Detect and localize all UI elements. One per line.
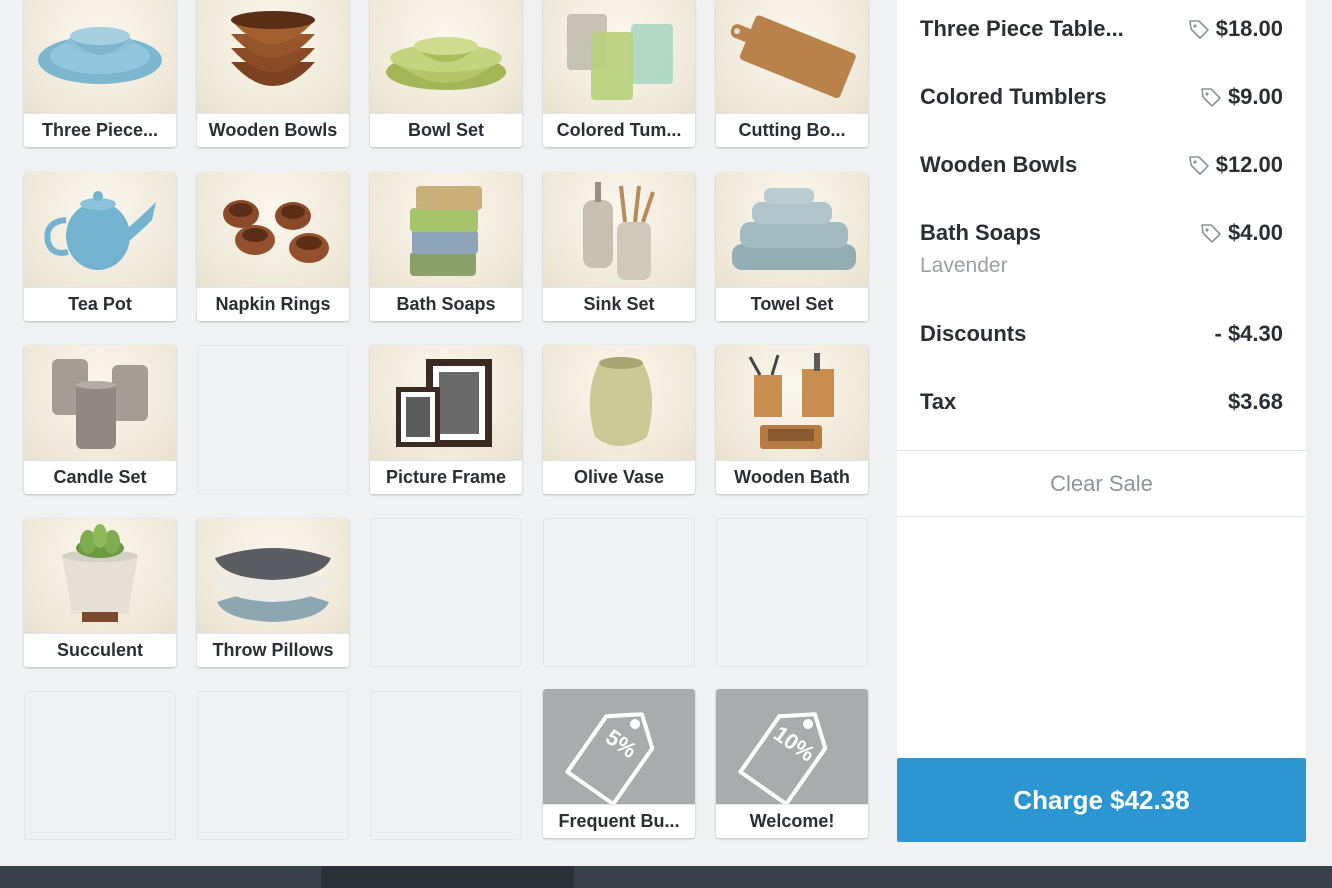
- item-tile-throw-pillows[interactable]: Throw Pillows: [197, 518, 349, 667]
- cart-line-item[interactable]: Colored Tumblers $9.00: [920, 84, 1283, 110]
- tag-icon: [1201, 224, 1221, 243]
- tag-icon: [1188, 156, 1209, 175]
- bottom-bar: [0, 866, 1332, 888]
- item-tile-succulent[interactable]: Succulent: [24, 518, 176, 667]
- item-tile-napkin-rings[interactable]: Napkin Rings: [197, 172, 349, 321]
- item-tile-olive-vase[interactable]: Olive Vase: [543, 345, 695, 494]
- item-label: Bowl Set: [370, 113, 522, 147]
- item-tile-cutting-board[interactable]: Cutting Bo...: [716, 0, 868, 147]
- plate-set-icon: [24, 0, 176, 113]
- item-label: Tea Pot: [24, 287, 176, 321]
- item-label: Welcome!: [716, 804, 868, 838]
- cart-line-item[interactable]: Bath Soaps Lavender $4.00: [920, 220, 1283, 278]
- item-tile-picture-frame[interactable]: Picture Frame: [370, 345, 522, 494]
- item-label: Colored Tum...: [543, 113, 695, 147]
- item-tile-candle-set[interactable]: Candle Set: [24, 345, 176, 494]
- line-item-price: $9.00: [1200, 84, 1283, 110]
- soaps-icon: [370, 172, 522, 287]
- item-label: Candle Set: [24, 460, 176, 494]
- item-label: Wooden Bath: [716, 460, 868, 494]
- line-item-price-value: $4.00: [1227, 220, 1283, 245]
- item-label: Cutting Bo...: [716, 113, 868, 147]
- item-tile-wooden-bowls[interactable]: Wooden Bowls: [197, 0, 349, 147]
- item-label: Towel Set: [716, 287, 868, 321]
- wooden-bowls-icon: [197, 0, 349, 113]
- line-item-price-value: $12.00: [1215, 152, 1283, 177]
- line-item-price-value: $18.00: [1215, 16, 1283, 41]
- empty-slot[interactable]: [370, 691, 522, 840]
- line-item-price: $18.00: [1188, 16, 1283, 42]
- item-grid: Three Piece... Wooden Bowls Bowl Set Col…: [0, 0, 890, 866]
- discount-tile-welcome[interactable]: 10% Welcome!: [716, 689, 868, 838]
- discounts-row[interactable]: Discounts - $4.30: [920, 321, 1283, 347]
- item-label: Three Piece...: [24, 113, 176, 147]
- item-tile-towel-set[interactable]: Towel Set: [716, 172, 868, 321]
- vase-icon: [543, 345, 695, 460]
- succulent-icon: [24, 518, 176, 633]
- item-label: Wooden Bowls: [197, 113, 349, 147]
- empty-slot[interactable]: [24, 691, 176, 840]
- item-label: Succulent: [24, 633, 176, 667]
- line-item-price-value: $9.00: [1227, 84, 1283, 109]
- item-label: Olive Vase: [543, 460, 695, 494]
- empty-slot[interactable]: [543, 518, 695, 667]
- charge-button[interactable]: Charge $42.38: [897, 758, 1306, 842]
- bath-set-icon: [716, 345, 868, 460]
- tag-icon: [1201, 88, 1221, 107]
- line-item-price: $4.00: [1200, 220, 1283, 246]
- napkin-rings-icon: [197, 172, 349, 287]
- item-tile-bath-soaps[interactable]: Bath Soaps: [370, 172, 522, 321]
- item-tile-wooden-bath[interactable]: Wooden Bath: [716, 345, 868, 494]
- item-label: Throw Pillows: [197, 633, 349, 667]
- tax-row[interactable]: Tax $3.68: [920, 389, 1283, 415]
- item-tile-colored-tumblers[interactable]: Colored Tum...: [543, 0, 695, 147]
- item-label: Frequent Bu...: [543, 804, 695, 838]
- discount-tag-icon: 10%: [716, 689, 868, 804]
- tumblers-icon: [543, 0, 695, 113]
- empty-slot[interactable]: [716, 518, 868, 667]
- cart-line-item[interactable]: Three Piece Table... $18.00: [920, 16, 1283, 42]
- item-tile-bowl-set[interactable]: Bowl Set: [370, 0, 522, 147]
- discount-tag-icon: 5%: [543, 689, 695, 804]
- line-item-price: $12.00: [1188, 152, 1283, 178]
- picture-frame-icon: [370, 345, 522, 460]
- bottom-tab-active[interactable]: [321, 866, 574, 888]
- cart-line-item[interactable]: Wooden Bowls $12.00: [920, 152, 1283, 178]
- empty-slot[interactable]: [370, 518, 522, 667]
- empty-slot[interactable]: [197, 691, 349, 840]
- divider: [897, 516, 1306, 517]
- cutting-board-icon: [716, 0, 868, 113]
- discount-tile-frequent-buyer[interactable]: 5% Frequent Bu...: [543, 689, 695, 838]
- clear-sale-button[interactable]: Clear Sale: [897, 451, 1306, 516]
- tag-icon: [1188, 20, 1209, 39]
- item-label: Napkin Rings: [197, 287, 349, 321]
- towels-icon: [716, 172, 868, 287]
- sink-set-icon: [543, 172, 695, 287]
- item-tile-three-piece[interactable]: Three Piece...: [24, 0, 176, 147]
- item-label: Picture Frame: [370, 460, 522, 494]
- teapot-icon: [24, 172, 176, 287]
- candles-icon: [24, 345, 176, 460]
- empty-slot[interactable]: [197, 345, 349, 494]
- bowl-set-icon: [370, 0, 522, 113]
- item-tile-sink-set[interactable]: Sink Set: [543, 172, 695, 321]
- cart-panel: Three Piece Table... $18.00 Colored Tumb…: [897, 0, 1306, 842]
- discounts-value: - $4.30: [1214, 321, 1284, 346]
- item-label: Sink Set: [543, 287, 695, 321]
- line-item-variant: Lavender: [920, 254, 1008, 277]
- tax-value: $3.68: [1227, 389, 1283, 414]
- item-tile-tea-pot[interactable]: Tea Pot: [24, 172, 176, 321]
- item-label: Bath Soaps: [370, 287, 522, 321]
- pillows-icon: [197, 518, 349, 633]
